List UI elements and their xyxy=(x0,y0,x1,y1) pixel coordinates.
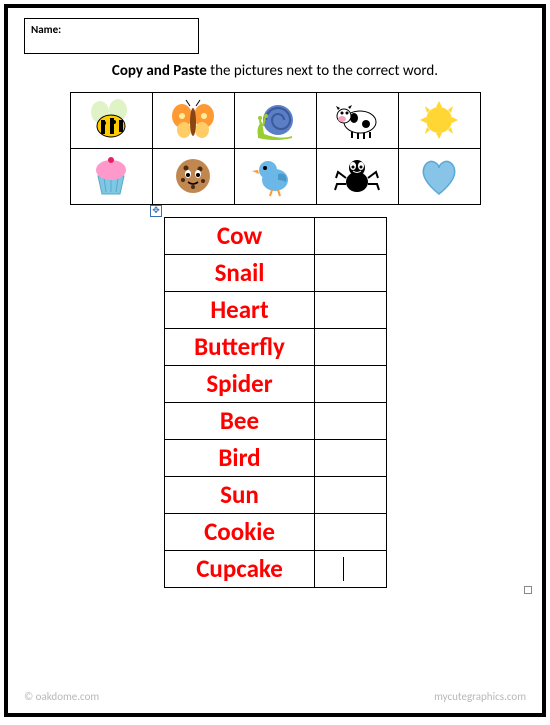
bird-icon xyxy=(250,154,300,198)
table-row: Heart xyxy=(165,291,387,328)
drop-cell[interactable] xyxy=(315,439,387,476)
worksheet-page: Name: Copy and Paste the pictures next t… xyxy=(4,4,546,717)
table-row: Sun xyxy=(165,476,387,513)
cookie-icon xyxy=(168,154,218,198)
picture-cell-bee[interactable] xyxy=(70,92,152,148)
picture-cell-butterfly[interactable] xyxy=(152,92,234,148)
word-cell: Heart xyxy=(165,291,315,328)
word-cell: Cookie xyxy=(165,513,315,550)
table-row: Bee xyxy=(165,402,387,439)
drop-cell[interactable] xyxy=(315,402,387,439)
picture-grid xyxy=(70,92,481,205)
word-cell: Cupcake xyxy=(165,550,315,587)
footer: © oakdome.com mycutegraphics.com xyxy=(24,690,526,703)
word-cell: Sun xyxy=(165,476,315,513)
table-row: Snail xyxy=(165,254,387,291)
picture-cell-sun[interactable] xyxy=(398,92,480,148)
table-row: Cookie xyxy=(165,513,387,550)
drop-cell[interactable] xyxy=(315,550,387,587)
cupcake-icon xyxy=(86,154,136,198)
table-row: Butterfly xyxy=(165,328,387,365)
word-cell: Bee xyxy=(165,402,315,439)
word-cell: Cow xyxy=(165,217,315,254)
snail-icon xyxy=(250,98,300,142)
table-row: Bird xyxy=(165,439,387,476)
drop-cell[interactable] xyxy=(315,365,387,402)
table-resize-handle-icon[interactable] xyxy=(524,586,532,594)
word-table-container: ✥ Cow Snail Heart Butterfly Spider xyxy=(164,217,526,588)
name-field-box[interactable]: Name: xyxy=(24,18,199,54)
footer-left: © oakdome.com xyxy=(24,690,99,703)
footer-right: mycutegraphics.com xyxy=(434,690,526,703)
word-cell: Butterfly xyxy=(165,328,315,365)
word-cell: Snail xyxy=(165,254,315,291)
heart-icon xyxy=(414,154,464,198)
drop-cell[interactable] xyxy=(315,254,387,291)
word-table: Cow Snail Heart Butterfly Spider Bee xyxy=(164,217,387,588)
picture-cell-cookie[interactable] xyxy=(152,148,234,204)
table-move-handle-icon[interactable]: ✥ xyxy=(150,205,162,217)
picture-cell-cow[interactable] xyxy=(316,92,398,148)
picture-cell-bird[interactable] xyxy=(234,148,316,204)
instruction-bold: Copy and Paste xyxy=(112,62,207,80)
butterfly-icon xyxy=(168,98,218,142)
drop-cell[interactable] xyxy=(315,328,387,365)
cow-icon xyxy=(332,98,382,142)
instruction-text: Copy and Paste the pictures next to the … xyxy=(24,62,526,82)
name-label: Name: xyxy=(31,23,61,36)
sun-icon xyxy=(414,98,464,142)
drop-cell[interactable] xyxy=(315,217,387,254)
text-cursor-icon xyxy=(343,557,344,581)
word-cell: Bird xyxy=(165,439,315,476)
spider-icon xyxy=(332,154,382,198)
table-row: Cow xyxy=(165,217,387,254)
picture-cell-heart[interactable] xyxy=(398,148,480,204)
word-cell: Spider xyxy=(165,365,315,402)
drop-cell[interactable] xyxy=(315,291,387,328)
drop-cell[interactable] xyxy=(315,513,387,550)
picture-cell-cupcake[interactable] xyxy=(70,148,152,204)
instruction-rest: the pictures next to the correct word. xyxy=(207,62,438,80)
picture-cell-snail[interactable] xyxy=(234,92,316,148)
picture-cell-spider[interactable] xyxy=(316,148,398,204)
table-row: Cupcake xyxy=(165,550,387,587)
bee-icon xyxy=(86,98,136,142)
table-row: Spider xyxy=(165,365,387,402)
drop-cell[interactable] xyxy=(315,476,387,513)
